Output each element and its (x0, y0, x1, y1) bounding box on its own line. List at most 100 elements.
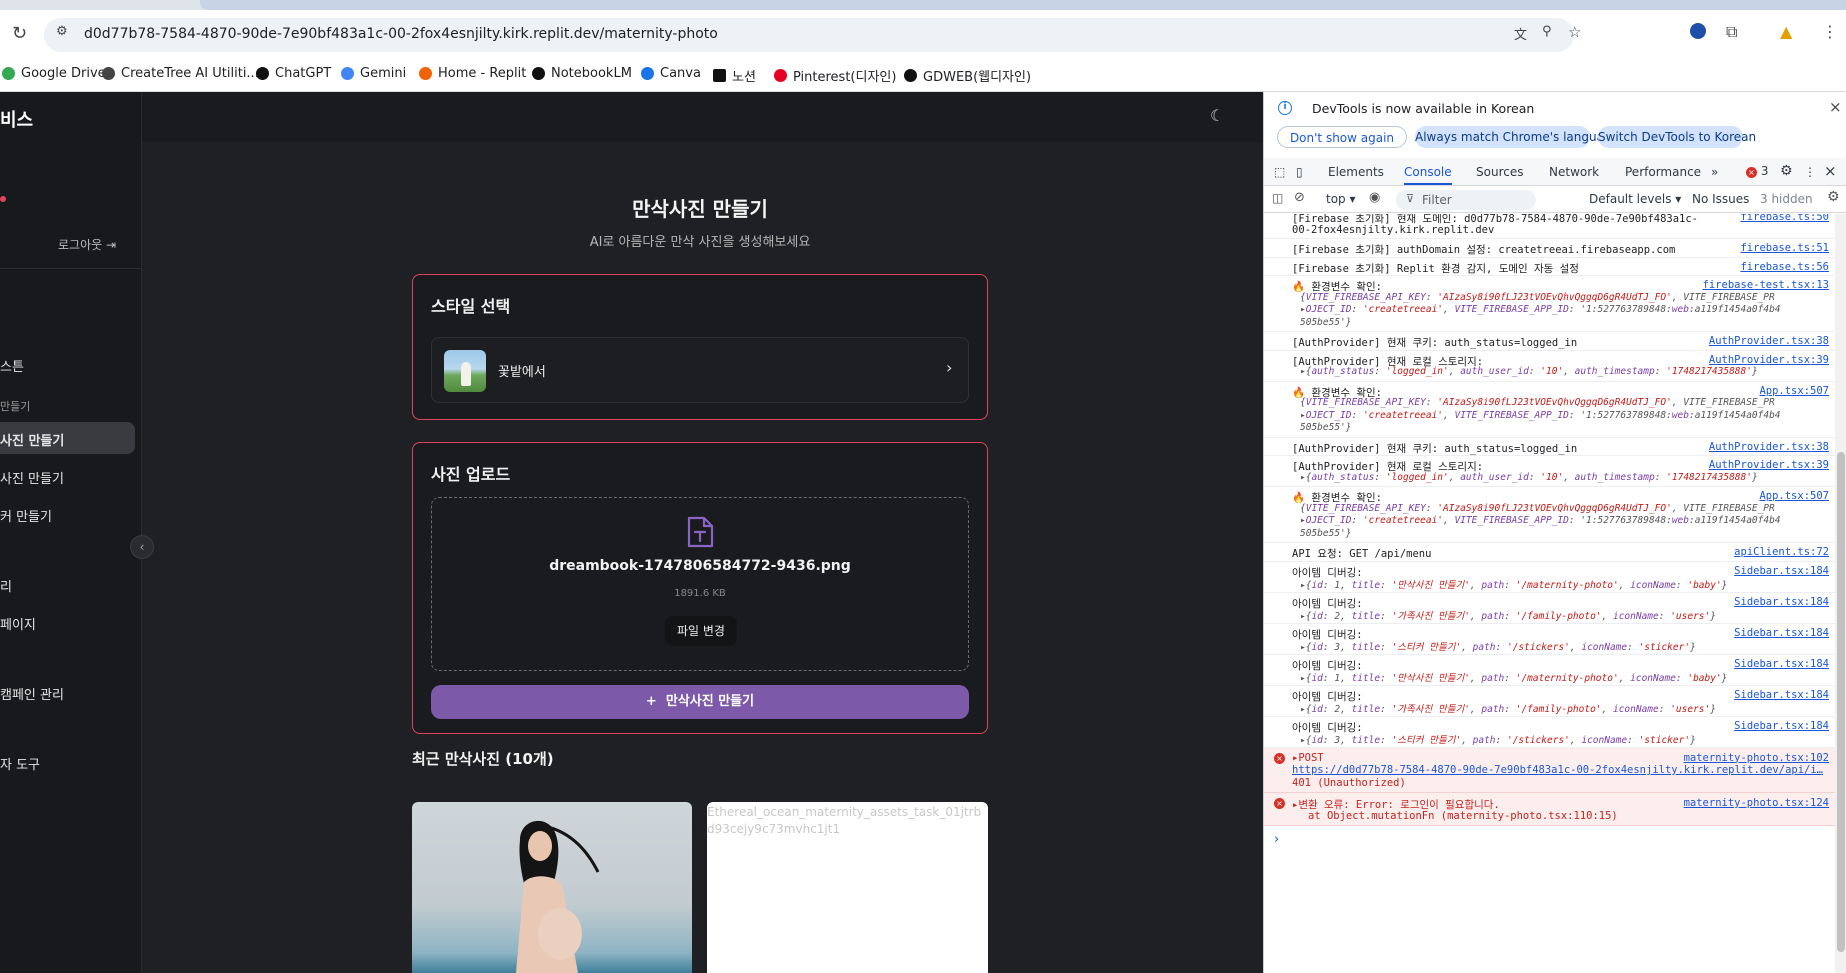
tab-performance[interactable]: Performance (1625, 165, 1701, 179)
tab-console[interactable]: Console (1404, 165, 1452, 185)
bookmark-item[interactable]: Pinterest(디자인) (774, 66, 896, 85)
console-source-link[interactable]: Sidebar.tsx:184 (1734, 627, 1829, 639)
logout-button[interactable]: 로그아웃 ⇥ (58, 236, 116, 253)
inspect-element-icon[interactable]: ⬚ (1274, 165, 1285, 179)
active-tab[interactable] (200, 0, 1846, 10)
log-levels-select[interactable]: Default levels ▾ (1589, 192, 1681, 206)
console-source-link[interactable]: Sidebar.tsx:184 (1734, 565, 1829, 577)
console-scrollbar[interactable] (1835, 214, 1846, 973)
sidebar-item-test[interactable]: 스튼 (0, 356, 24, 375)
bookmark-item[interactable]: Canva (641, 66, 701, 81)
sidebar-item-gallery[interactable]: 리 (0, 576, 12, 595)
console-source-link[interactable]: AuthProvider.tsx:38 (1709, 441, 1829, 453)
console-request-url[interactable]: https://d0d77b78-7584-4870-90de-7e90bf48… (1292, 764, 1823, 776)
profile-avatar-icon[interactable]: ▲ (1780, 22, 1792, 41)
clear-console-icon[interactable]: ⊘ (1294, 190, 1305, 205)
match-language-button[interactable]: Always match Chrome's language (1415, 126, 1619, 148)
sidebar-item-maternity-photo[interactable]: 사진 만들기 (0, 422, 135, 454)
console-log-row[interactable]: API 요청: GET /api/menu apiClient.ts:72 (1264, 543, 1835, 562)
console-source-link[interactable]: firebase.ts:50 (1740, 214, 1829, 223)
extensions-puzzle-icon[interactable]: ⧉ (1726, 22, 1737, 42)
console-log-row[interactable]: [Firebase 초기화] 현재 도메인: d0d77b78-7584-487… (1264, 214, 1835, 239)
sidebar-toggle-icon[interactable]: ◫ (1272, 191, 1283, 205)
theme-toggle-moon-icon[interactable]: ☾ (1210, 106, 1224, 125)
bookmark-item[interactable]: GDWEB(웹디자인) (904, 66, 1031, 85)
console-source-link[interactable]: App.tsx:507 (1759, 490, 1829, 502)
console-log-row[interactable]: 아이템 디버깅: Sidebar.tsx:184 ▸{id: 1, title: '… (1264, 562, 1835, 593)
bookmark-item[interactable]: Google Drive (2, 66, 106, 81)
console-source-link[interactable]: Sidebar.tsx:184 (1734, 658, 1829, 670)
issues-indicator[interactable]: No Issues (1692, 192, 1749, 206)
console-log-row[interactable]: 아이템 디버깅: Sidebar.tsx:184 ▸{id: 2, title: '… (1264, 593, 1835, 624)
translate-icon[interactable]: 文 (1514, 24, 1527, 43)
recent-photo-broken[interactable]: Ethereal_ocean_maternity_assets_task_01j… (707, 802, 988, 973)
console-log-row[interactable]: 아이템 디버깅: Sidebar.tsx:184 ▸{id: 3, title: '… (1264, 624, 1835, 655)
console-log-row[interactable]: [AuthProvider] 현재 쿠키: auth_status=logged… (1264, 438, 1835, 456)
address-bar[interactable]: ⚙ d0d77b78-7584-4870-90de-7e90bf483a1c-0… (44, 18, 1581, 52)
console-log-row[interactable]: [Firebase 초기화] authDomain 설정: createtree… (1264, 239, 1835, 258)
console-source-link[interactable]: apiClient.ts:72 (1734, 546, 1829, 558)
console-error-row[interactable]: × ▸변환 오류: Error: 로그인이 필요합니다. maternity-pho… (1264, 793, 1835, 826)
sidebar-collapse-button[interactable]: ‹ (130, 535, 154, 559)
console-log-row[interactable]: 아이템 디버깅: Sidebar.tsx:184 ▸{id: 3, title: '… (1264, 717, 1835, 748)
live-expression-eye-icon[interactable]: ◉ (1369, 190, 1380, 205)
console-error-row[interactable]: × ▸POST maternity-photo.tsx:102 https://d0d… (1264, 747, 1835, 793)
sidebar-item-family-photo[interactable]: 사진 만들기 (0, 468, 64, 487)
settings-gear-icon[interactable]: ⚙ (1780, 163, 1793, 179)
more-tabs-icon[interactable]: » (1711, 165, 1718, 179)
make-maternity-photo-button[interactable]: + 만삭사진 만들기 (431, 685, 969, 719)
sidebar-item-my-page[interactable]: 페이지 (0, 614, 36, 633)
reload-icon[interactable]: ↻ (12, 23, 27, 44)
close-devtools-icon[interactable]: × (1824, 162, 1837, 180)
console-source-link[interactable]: Sidebar.tsx:184 (1734, 596, 1829, 608)
sidebar-item-campaign-admin[interactable]: 캠페인 관리 (0, 684, 64, 703)
console-source-link[interactable]: Sidebar.tsx:184 (1734, 689, 1829, 701)
recent-photo-thumbnail[interactable] (412, 802, 692, 973)
console-log-row[interactable]: [Firebase 초기화] Replit 환경 감지, 도메인 자동 설정 fi… (1264, 258, 1835, 276)
console-log-row[interactable]: [AuthProvider] 현재 로컬 스토리지: AuthProvider.t… (1264, 351, 1835, 382)
console-prompt[interactable]: › (1274, 832, 1279, 847)
error-counter[interactable]: × 3 (1746, 164, 1768, 178)
bookmark-item[interactable]: CreateTree AI Utiliti... (102, 66, 259, 81)
extension-icon[interactable] (1690, 23, 1706, 39)
tab-elements[interactable]: Elements (1328, 165, 1384, 179)
console-source-link[interactable]: maternity-photo.tsx:102 (1684, 752, 1829, 764)
bookmark-star-icon[interactable]: ☆ (1568, 23, 1581, 41)
context-select[interactable]: top ▾ (1326, 192, 1356, 206)
tab-network[interactable]: Network (1549, 165, 1599, 179)
device-toolbar-icon[interactable]: ▯ (1296, 165, 1303, 179)
console-source-link[interactable]: firebase.ts:51 (1740, 242, 1829, 254)
console-log-row[interactable]: 🔥 환경변수 확인: App.tsx:507 {VITE_FIREBASE_API_… (1264, 487, 1835, 543)
bookmark-item[interactable]: Gemini (341, 66, 406, 81)
console-source-link[interactable]: maternity-photo.tsx:124 (1684, 797, 1829, 809)
console-source-link[interactable]: App.tsx:507 (1759, 385, 1829, 397)
console-settings-icon[interactable]: ⚙ (1827, 189, 1840, 205)
console-source-link[interactable]: AuthProvider.tsx:39 (1709, 354, 1829, 366)
console-log-row[interactable]: 🔥 환경변수 확인: App.tsx:507 {VITE_FIREBASE_API_… (1264, 382, 1835, 438)
dont-show-again-button[interactable]: Don't show again (1277, 126, 1407, 148)
site-info-icon[interactable]: ⚙ (56, 24, 68, 39)
bookmark-item[interactable]: Home - Replit (419, 66, 526, 81)
style-selector[interactable]: 꽃밭에서 › (431, 337, 969, 403)
console-log-row[interactable]: 🔥 환경변수 확인: firebase-test.tsx:13 {VITE_FIRE… (1264, 276, 1835, 332)
console-filter-input[interactable]: ⊽ Filter (1396, 190, 1536, 210)
console-log-row[interactable]: [AuthProvider] 현재 쿠키: auth_status=logged… (1264, 332, 1835, 351)
sidebar-item-sticker[interactable]: 커 만들기 (0, 506, 52, 525)
tab-sources[interactable]: Sources (1476, 165, 1523, 179)
browser-menu-icon[interactable]: ⋮ (1822, 22, 1838, 41)
console-source-link[interactable]: Sidebar.tsx:184 (1734, 720, 1829, 732)
upload-dropzone[interactable]: dreambook-1747806584772-9436.png 1891.6 … (431, 497, 969, 671)
bookmark-item[interactable]: 노션 (713, 66, 756, 85)
console-log-row[interactable]: 아이템 디버깅: Sidebar.tsx:184 ▸{id: 2, title: '… (1264, 686, 1835, 717)
bookmark-item[interactable]: NotebookLM (532, 66, 632, 81)
console-source-link[interactable]: firebase.ts:56 (1740, 261, 1829, 273)
console-source-link[interactable]: AuthProvider.tsx:39 (1709, 459, 1829, 471)
console-log-row[interactable]: 아이템 디버깅: Sidebar.tsx:184 ▸{id: 1, title: '… (1264, 655, 1835, 686)
bookmark-item[interactable]: ChatGPT (256, 66, 331, 81)
sidebar-item-admin-tools[interactable]: 자 도구 (0, 754, 40, 773)
console-source-link[interactable]: firebase-test.tsx:13 (1703, 279, 1829, 291)
zoom-icon[interactable]: ⚲ (1542, 24, 1552, 39)
close-notice-icon[interactable]: × (1829, 98, 1842, 116)
devtools-menu-icon[interactable]: ⋮ (1804, 165, 1816, 179)
console-source-link[interactable]: AuthProvider.tsx:38 (1709, 335, 1829, 347)
